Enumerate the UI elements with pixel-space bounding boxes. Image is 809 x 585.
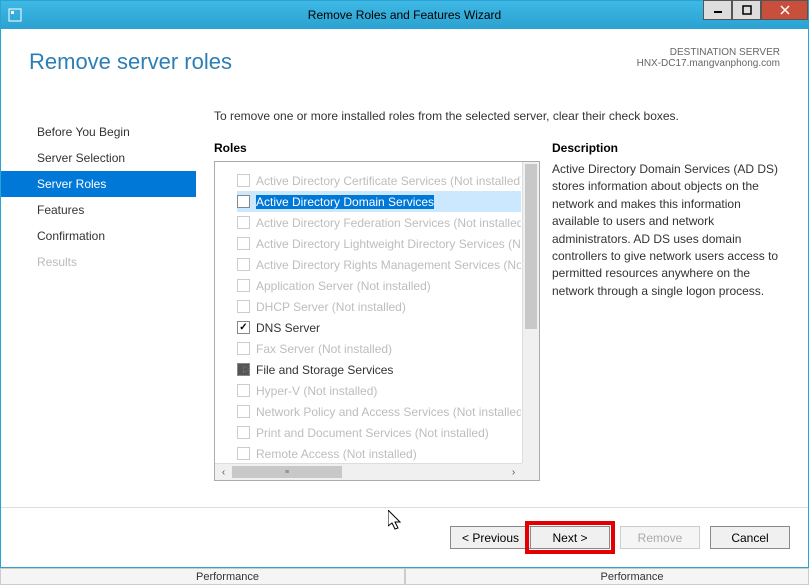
performance-panel-right: Performance	[405, 568, 809, 585]
scroll-left-button[interactable]: ‹	[215, 464, 232, 481]
role-item[interactable]: Active Directory Domain Services	[237, 191, 521, 212]
role-label: Print and Document Services (Not install…	[256, 426, 489, 440]
scroll-corner	[522, 463, 539, 480]
minimize-button[interactable]	[703, 0, 732, 20]
next-button[interactable]: Next >	[530, 526, 610, 549]
role-label: Application Server (Not installed)	[256, 279, 431, 293]
sidebar-item-server-selection[interactable]: Server Selection	[1, 145, 196, 171]
role-item: Hyper-V (Not installed)	[237, 380, 521, 401]
role-label: DHCP Server (Not installed)	[256, 300, 406, 314]
role-checkbox	[237, 237, 250, 250]
role-item[interactable]: DNS Server	[237, 317, 521, 338]
content: Remove server roles DESTINATION SERVER H…	[1, 29, 808, 567]
role-item: Print and Document Services (Not install…	[237, 422, 521, 443]
role-checkbox	[237, 279, 250, 292]
role-item: Active Directory Certificate Services (N…	[237, 170, 521, 191]
window-title: Remove Roles and Features Wizard	[308, 8, 501, 22]
role-item: Active Directory Lightweight Directory S…	[237, 233, 521, 254]
role-checkbox	[237, 342, 250, 355]
sidebar-item-features[interactable]: Features	[1, 197, 196, 223]
role-item: DHCP Server (Not installed)	[237, 296, 521, 317]
sidebar-item-results: Results	[1, 249, 196, 275]
role-item: Active Directory Federation Services (No…	[237, 212, 521, 233]
main-panel: To remove one or more installed roles fr…	[196, 109, 808, 507]
nav-button-group: < Previous Next >	[450, 526, 610, 549]
horizontal-scroll-thumb[interactable]: ≡	[232, 466, 342, 478]
role-label: Remote Access (Not installed)	[256, 447, 417, 461]
role-label: Active Directory Rights Management Servi…	[256, 258, 521, 272]
sidebar-item-server-roles[interactable]: Server Roles	[1, 171, 196, 197]
description-text: Active Directory Domain Services (AD DS)…	[552, 161, 780, 300]
role-checkbox	[237, 447, 250, 460]
role-checkbox	[237, 216, 250, 229]
sidebar-item-confirmation[interactable]: Confirmation	[1, 223, 196, 249]
scroll-right-button[interactable]: ›	[505, 464, 522, 481]
role-item: Application Server (Not installed)	[237, 275, 521, 296]
roles-label: Roles	[214, 141, 540, 155]
page-title: Remove server roles	[29, 49, 232, 109]
role-checkbox	[237, 258, 250, 271]
sidebar: Before You BeginServer SelectionServer R…	[1, 109, 196, 507]
performance-panel-left: Performance	[0, 568, 405, 585]
body: Before You BeginServer SelectionServer R…	[1, 109, 808, 507]
remove-button[interactable]: Remove	[620, 526, 700, 549]
sidebar-item-before-you-begin[interactable]: Before You Begin	[1, 119, 196, 145]
role-label: Active Directory Domain Services	[256, 195, 434, 209]
roles-list[interactable]: Active Directory Certificate Services (N…	[215, 170, 521, 462]
previous-button[interactable]: < Previous	[450, 526, 530, 549]
destination-label: DESTINATION SERVER	[637, 47, 780, 58]
role-checkbox	[237, 300, 250, 313]
role-checkbox	[237, 426, 250, 439]
app-icon	[7, 7, 23, 23]
footer: < Previous Next > Remove Cancel	[1, 507, 808, 567]
role-item: Remote Access (Not installed)	[237, 443, 521, 462]
role-label: Network Policy and Access Services (Not …	[256, 405, 521, 419]
description-label: Description	[552, 141, 780, 155]
role-checkbox[interactable]	[237, 195, 250, 208]
roles-listbox: Active Directory Certificate Services (N…	[214, 161, 540, 481]
titlebar: Remove Roles and Features Wizard	[1, 1, 808, 29]
role-item: Network Policy and Access Services (Not …	[237, 401, 521, 422]
horizontal-scrollbar[interactable]: ‹ ≡ ›	[215, 463, 522, 480]
header: Remove server roles DESTINATION SERVER H…	[1, 29, 808, 109]
role-label: Active Directory Lightweight Directory S…	[256, 237, 521, 251]
vertical-scrollbar[interactable]	[522, 162, 539, 463]
role-checkbox	[237, 174, 250, 187]
close-button[interactable]	[761, 0, 808, 20]
role-item: Active Directory Rights Management Servi…	[237, 254, 521, 275]
expand-icon[interactable]: ▷	[243, 364, 251, 375]
role-label: Active Directory Federation Services (No…	[256, 216, 521, 230]
role-label: DNS Server	[256, 321, 320, 335]
window-controls	[703, 1, 808, 20]
role-item[interactable]: ▷ File and Storage Services	[237, 359, 521, 380]
role-label: File and Storage Services	[256, 363, 393, 377]
wizard-window: Remove Roles and Features Wizard Remove …	[0, 0, 809, 568]
role-checkbox	[237, 405, 250, 418]
background-panels: Performance Performance	[0, 568, 809, 585]
destination-server: HNX-DC17.mangvanphong.com	[637, 58, 780, 69]
role-label: Active Directory Certificate Services (N…	[256, 174, 521, 188]
instruction-text: To remove one or more installed roles fr…	[214, 109, 780, 123]
destination-info: DESTINATION SERVER HNX-DC17.mangvanphong…	[637, 47, 780, 69]
vertical-scroll-thumb[interactable]	[525, 164, 537, 329]
maximize-button[interactable]	[732, 0, 761, 20]
role-label: Hyper-V (Not installed)	[256, 384, 377, 398]
role-checkbox[interactable]	[237, 321, 250, 334]
role-checkbox	[237, 384, 250, 397]
role-item: Fax Server (Not installed)	[237, 338, 521, 359]
cancel-button[interactable]: Cancel	[710, 526, 790, 549]
role-label: Fax Server (Not installed)	[256, 342, 392, 356]
